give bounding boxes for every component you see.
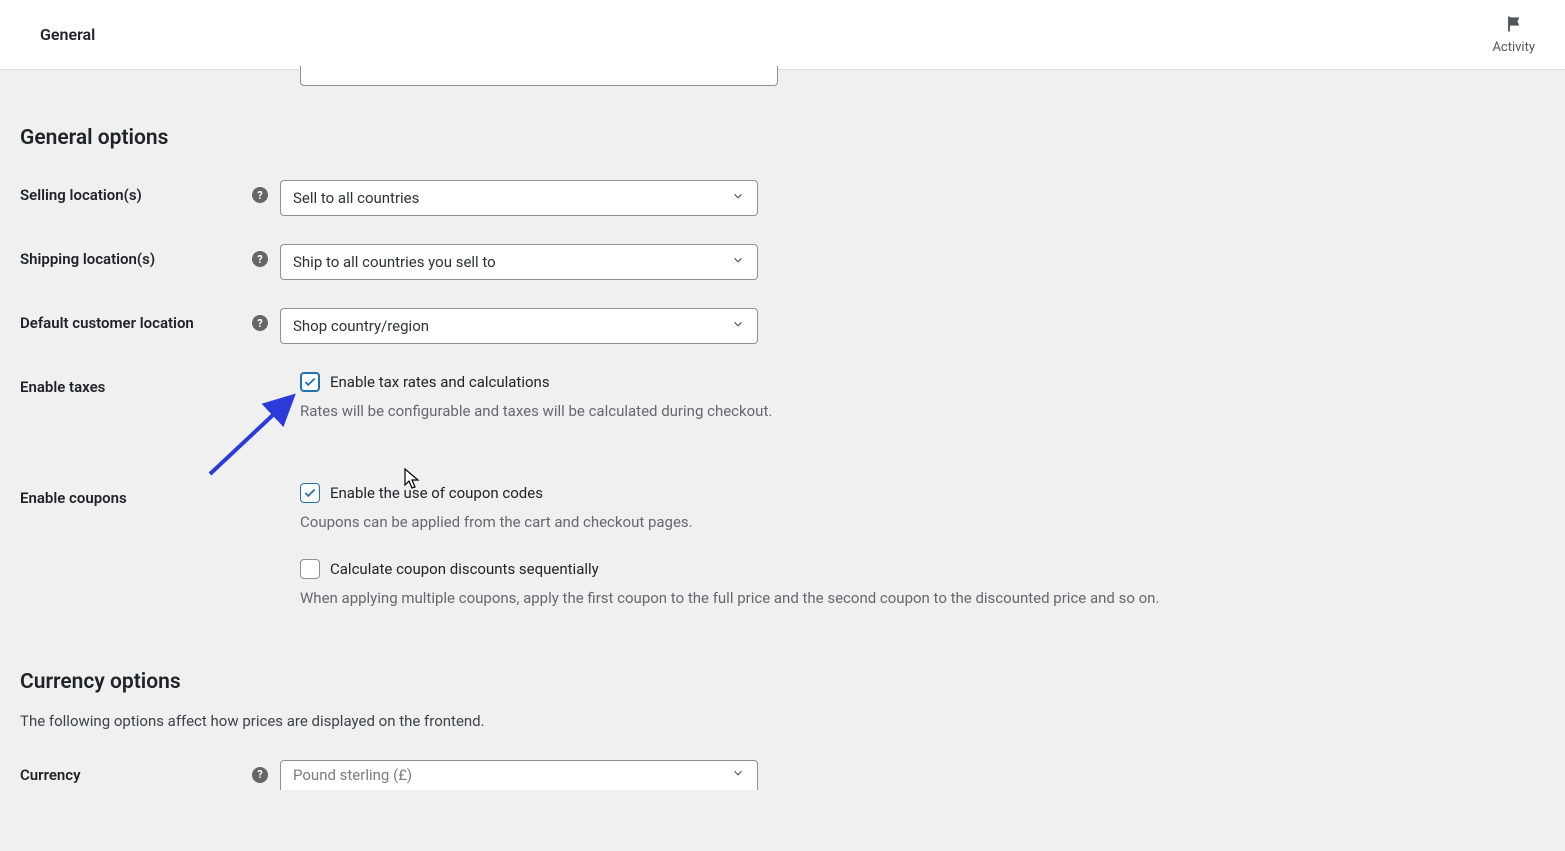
label-shipping-locations: Shipping location(s) bbox=[20, 250, 155, 268]
select-selling-locations[interactable]: Sell to all countries bbox=[280, 180, 758, 216]
help-icon[interactable]: ? bbox=[252, 315, 268, 331]
row-enable-taxes: Enable taxes Enable tax rates and calcul… bbox=[20, 372, 1545, 443]
select-value: Shop country/region bbox=[293, 317, 429, 335]
flag-icon bbox=[1504, 14, 1524, 38]
checkbox-label-sequential-coupons: Calculate coupon discounts sequentially bbox=[330, 560, 599, 578]
page-title: General bbox=[40, 25, 95, 44]
desc-sequential-coupons: When applying multiple coupons, apply th… bbox=[300, 587, 1545, 610]
activity-button[interactable]: Activity bbox=[1492, 14, 1535, 55]
chevron-down-icon bbox=[731, 253, 745, 271]
row-default-customer-location: Default customer location ? Shop country… bbox=[20, 308, 1545, 344]
select-shipping-locations[interactable]: Ship to all countries you sell to bbox=[280, 244, 758, 280]
row-enable-coupons: Enable coupons Enable the use of coupon … bbox=[20, 483, 1545, 630]
desc-enable-taxes: Rates will be configurable and taxes wil… bbox=[300, 400, 1545, 423]
partial-input[interactable] bbox=[300, 66, 778, 86]
select-value: Sell to all countries bbox=[293, 189, 419, 207]
help-icon[interactable]: ? bbox=[252, 767, 268, 783]
label-default-customer-location: Default customer location bbox=[20, 314, 194, 332]
currency-options-heading: Currency options bbox=[20, 670, 1545, 694]
chevron-down-icon bbox=[731, 766, 745, 784]
checkbox-enable-taxes[interactable] bbox=[300, 372, 320, 392]
chevron-down-icon bbox=[731, 317, 745, 335]
label-currency: Currency bbox=[20, 766, 81, 784]
row-currency: Currency ? Pound sterling (£) bbox=[20, 760, 1545, 790]
checkbox-label-enable-taxes: Enable tax rates and calculations bbox=[330, 373, 550, 391]
label-selling-locations: Selling location(s) bbox=[20, 186, 142, 204]
label-enable-taxes: Enable taxes bbox=[20, 378, 105, 396]
select-currency[interactable]: Pound sterling (£) bbox=[280, 760, 758, 790]
select-value: Pound sterling (£) bbox=[293, 766, 412, 784]
select-value: Ship to all countries you sell to bbox=[293, 253, 496, 271]
checkbox-sequential-coupons[interactable] bbox=[300, 559, 320, 579]
topbar: General Activity bbox=[0, 0, 1565, 70]
row-selling-locations: Selling location(s) ? Sell to all countr… bbox=[20, 180, 1545, 216]
desc-enable-coupons: Coupons can be applied from the cart and… bbox=[300, 511, 1545, 534]
partial-field-above bbox=[300, 66, 1545, 86]
help-icon[interactable]: ? bbox=[252, 187, 268, 203]
help-icon[interactable]: ? bbox=[252, 251, 268, 267]
currency-options-desc: The following options affect how prices … bbox=[20, 712, 1545, 730]
select-default-customer-location[interactable]: Shop country/region bbox=[280, 308, 758, 344]
checkbox-enable-coupons[interactable] bbox=[300, 483, 320, 503]
general-options-heading: General options bbox=[20, 126, 1545, 150]
checkbox-label-enable-coupons: Enable the use of coupon codes bbox=[330, 484, 543, 502]
label-enable-coupons: Enable coupons bbox=[20, 489, 127, 507]
activity-label: Activity bbox=[1492, 40, 1535, 55]
settings-content: General options Selling location(s) ? Se… bbox=[0, 66, 1565, 830]
chevron-down-icon bbox=[731, 189, 745, 207]
row-shipping-locations: Shipping location(s) ? Ship to all count… bbox=[20, 244, 1545, 280]
